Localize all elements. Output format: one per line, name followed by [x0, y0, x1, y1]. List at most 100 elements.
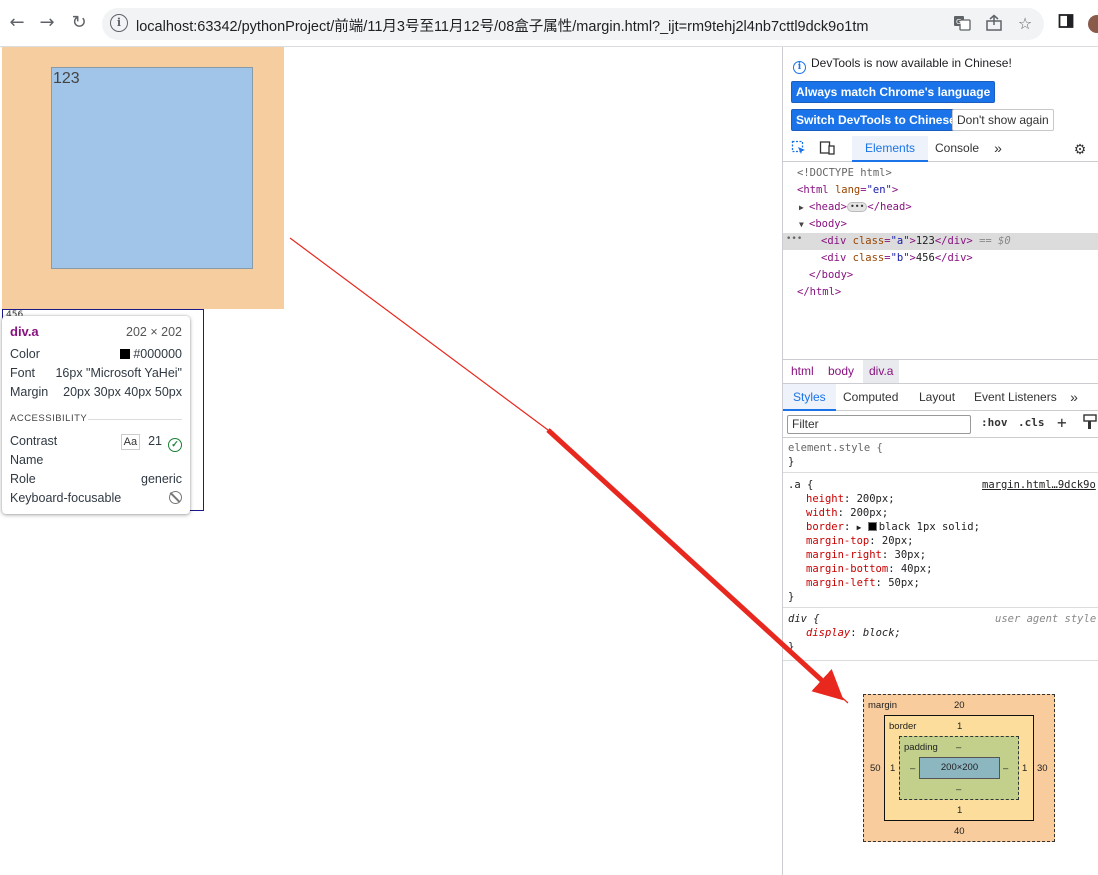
tooltip-role-value: generic — [141, 472, 182, 486]
gear-icon[interactable]: ⚙ — [1071, 140, 1089, 158]
dom-div-b[interactable]: <div class="b">456</div> — [821, 250, 973, 267]
prop-margin-bottom[interactable]: margin-bottom: 40px; — [806, 562, 932, 576]
more-options-icon[interactable]: ••• — [786, 231, 802, 248]
box-model-border-right[interactable]: 1 — [1022, 763, 1027, 774]
source-link-text: margin.html…9dck9o — [982, 479, 1096, 491]
dom-html-open[interactable]: <html lang="en"> — [797, 182, 898, 199]
dom-html-close[interactable]: </html> — [797, 284, 841, 301]
always-match-language-button[interactable]: Always match Chrome's language — [791, 81, 996, 103]
ellipsis-icon[interactable]: ••• — [846, 202, 868, 212]
dont-show-again-button[interactable]: Don't show again — [952, 109, 1054, 131]
tag-text: </body> — [809, 269, 854, 281]
dom-head[interactable]: ▶ <head> ••• </head> — [799, 199, 912, 216]
inspect-element-icon[interactable] — [790, 140, 808, 158]
breadcrumb-html[interactable]: html — [785, 360, 820, 383]
rule-a-source-link[interactable]: margin.html…9dck9o — [982, 478, 1096, 492]
dom-doctype[interactable]: <!DOCTYPE html> — [797, 165, 892, 182]
devtools-language-notice: i DevTools is now available in Chinese! — [793, 56, 1012, 74]
breadcrumb-div-a[interactable]: div.a — [863, 360, 900, 383]
rendering-paint-icon[interactable] — [1083, 414, 1097, 433]
box-model-padding-left[interactable]: – — [910, 763, 915, 774]
tab-console[interactable]: Console — [935, 136, 979, 162]
bookmark-star-icon[interactable]: ☆ — [1015, 14, 1035, 34]
color-swatch-icon[interactable] — [867, 522, 877, 531]
prop-name: height — [806, 493, 844, 505]
reload-icon[interactable]: ↻ — [68, 12, 90, 34]
tab-layout[interactable]: Layout — [919, 384, 955, 411]
side-panel-icon[interactable] — [1056, 13, 1076, 33]
more-tabs-chevron-icon[interactable]: » — [989, 139, 1007, 157]
prop-border[interactable]: border: ▶ black 1px solid; — [806, 520, 980, 534]
tooltip-contrast-label: Contrast — [10, 434, 58, 448]
prop-margin-top[interactable]: margin-top: 20px; — [806, 534, 913, 548]
tag-text: </html> — [797, 286, 842, 298]
address-bar[interactable]: i localhost:63342/pythonProject/前端/11月3号… — [102, 8, 1044, 40]
box-model-padding-right[interactable]: – — [1003, 763, 1008, 774]
tooltip-element-name: div.a — [10, 324, 39, 339]
tab-computed[interactable]: Computed — [843, 384, 898, 411]
back-icon[interactable]: ← — [6, 12, 28, 34]
box-model-margin-bottom[interactable]: 40 — [954, 826, 965, 837]
devtools-main-tabs: Elements Console » ⚙ — [783, 136, 1098, 162]
box-model-border-bottom[interactable]: 1 — [957, 805, 962, 816]
box-model-margin-left[interactable]: 50 — [870, 763, 881, 774]
tooltip-color-row: Color #000000 — [10, 345, 182, 363]
tab-styles[interactable]: Styles — [783, 384, 836, 411]
contrast-badge: Aa — [120, 434, 141, 450]
prop-value: 20px; — [881, 535, 914, 547]
tooltip-name-label: Name — [10, 453, 44, 467]
expand-triangle-icon[interactable]: ▶ — [857, 523, 862, 532]
prop-value: block; — [862, 627, 901, 639]
styles-filter-input[interactable]: Filter — [787, 415, 971, 434]
tooltip-size: 202 × 202 — [126, 325, 182, 339]
tab-event-listeners[interactable]: Event Listeners — [974, 384, 1057, 411]
selector-text: .a { — [788, 479, 814, 491]
box-model-padding-bottom[interactable]: – — [956, 784, 961, 795]
prop-margin-left[interactable]: margin-left: 50px; — [806, 576, 920, 590]
dom-div-a-selected[interactable]: ••• <div class="a">123</div> == $0 — [783, 233, 1098, 250]
element-style-selector[interactable]: element.style { — [788, 441, 883, 455]
selected-marker: == $0 — [979, 235, 1011, 247]
device-toolbar-icon[interactable] — [818, 140, 836, 158]
switch-to-chinese-button[interactable]: Switch DevTools to Chinese — [791, 109, 961, 131]
share-icon[interactable] — [984, 14, 1004, 34]
attr-value: "b" — [890, 252, 910, 264]
div-a-text: 123 — [53, 70, 80, 87]
prop-height[interactable]: height: 200px; — [806, 492, 895, 506]
cls-toggle[interactable]: .cls — [1018, 416, 1045, 429]
tag-text: <html — [797, 184, 829, 196]
breadcrumb: html body div.a — [783, 359, 1098, 384]
profile-avatar[interactable] — [1088, 15, 1098, 33]
tooltip-margin-value: 20px 30px 40px 50px — [63, 385, 182, 399]
forward-icon[interactable]: → — [36, 12, 58, 34]
dom-body-close[interactable]: </body> — [809, 267, 853, 284]
breadcrumb-body[interactable]: body — [822, 360, 860, 383]
rule-div-selector[interactable]: div { — [788, 612, 820, 626]
box-model-border-top[interactable]: 1 — [957, 721, 962, 732]
box-model-padding-top[interactable]: – — [956, 742, 961, 753]
prop-name: margin-bottom — [806, 563, 889, 575]
translate-icon[interactable]: G — [952, 14, 972, 34]
dom-body-open[interactable]: ▼ <body> — [799, 216, 847, 233]
more-tabs-chevron-icon[interactable]: » — [1065, 388, 1083, 406]
box-model-content[interactable]: 200×200 — [919, 757, 1000, 779]
box-model-border-left[interactable]: 1 — [890, 763, 895, 774]
hov-toggle[interactable]: :hov — [981, 416, 1008, 429]
prop-margin-right[interactable]: margin-right: 30px; — [806, 548, 926, 562]
box-model-margin-top[interactable]: 20 — [954, 700, 965, 711]
tooltip-keyboard-row: Keyboard-focusable — [10, 489, 182, 507]
box-model-border-label: border — [889, 721, 917, 732]
box-model-margin-label: margin — [868, 700, 898, 711]
tag-text: </div> — [934, 235, 973, 247]
prop-width[interactable]: width: 200px; — [806, 506, 888, 520]
box-model-margin-right[interactable]: 30 — [1037, 763, 1048, 774]
new-rule-plus-icon[interactable]: + — [1057, 413, 1067, 432]
expand-triangle-icon[interactable]: ▶ — [799, 199, 809, 216]
tab-elements[interactable]: Elements — [852, 136, 929, 162]
brace-text: } — [788, 641, 795, 653]
div-a-box: 123 — [51, 67, 253, 269]
url-text[interactable]: localhost:63342/pythonProject/前端/11月3号至1… — [136, 15, 868, 36]
info-icon[interactable]: i — [110, 14, 128, 32]
rule-divider — [783, 660, 1098, 661]
rule-a-selector[interactable]: .a { — [788, 478, 813, 492]
